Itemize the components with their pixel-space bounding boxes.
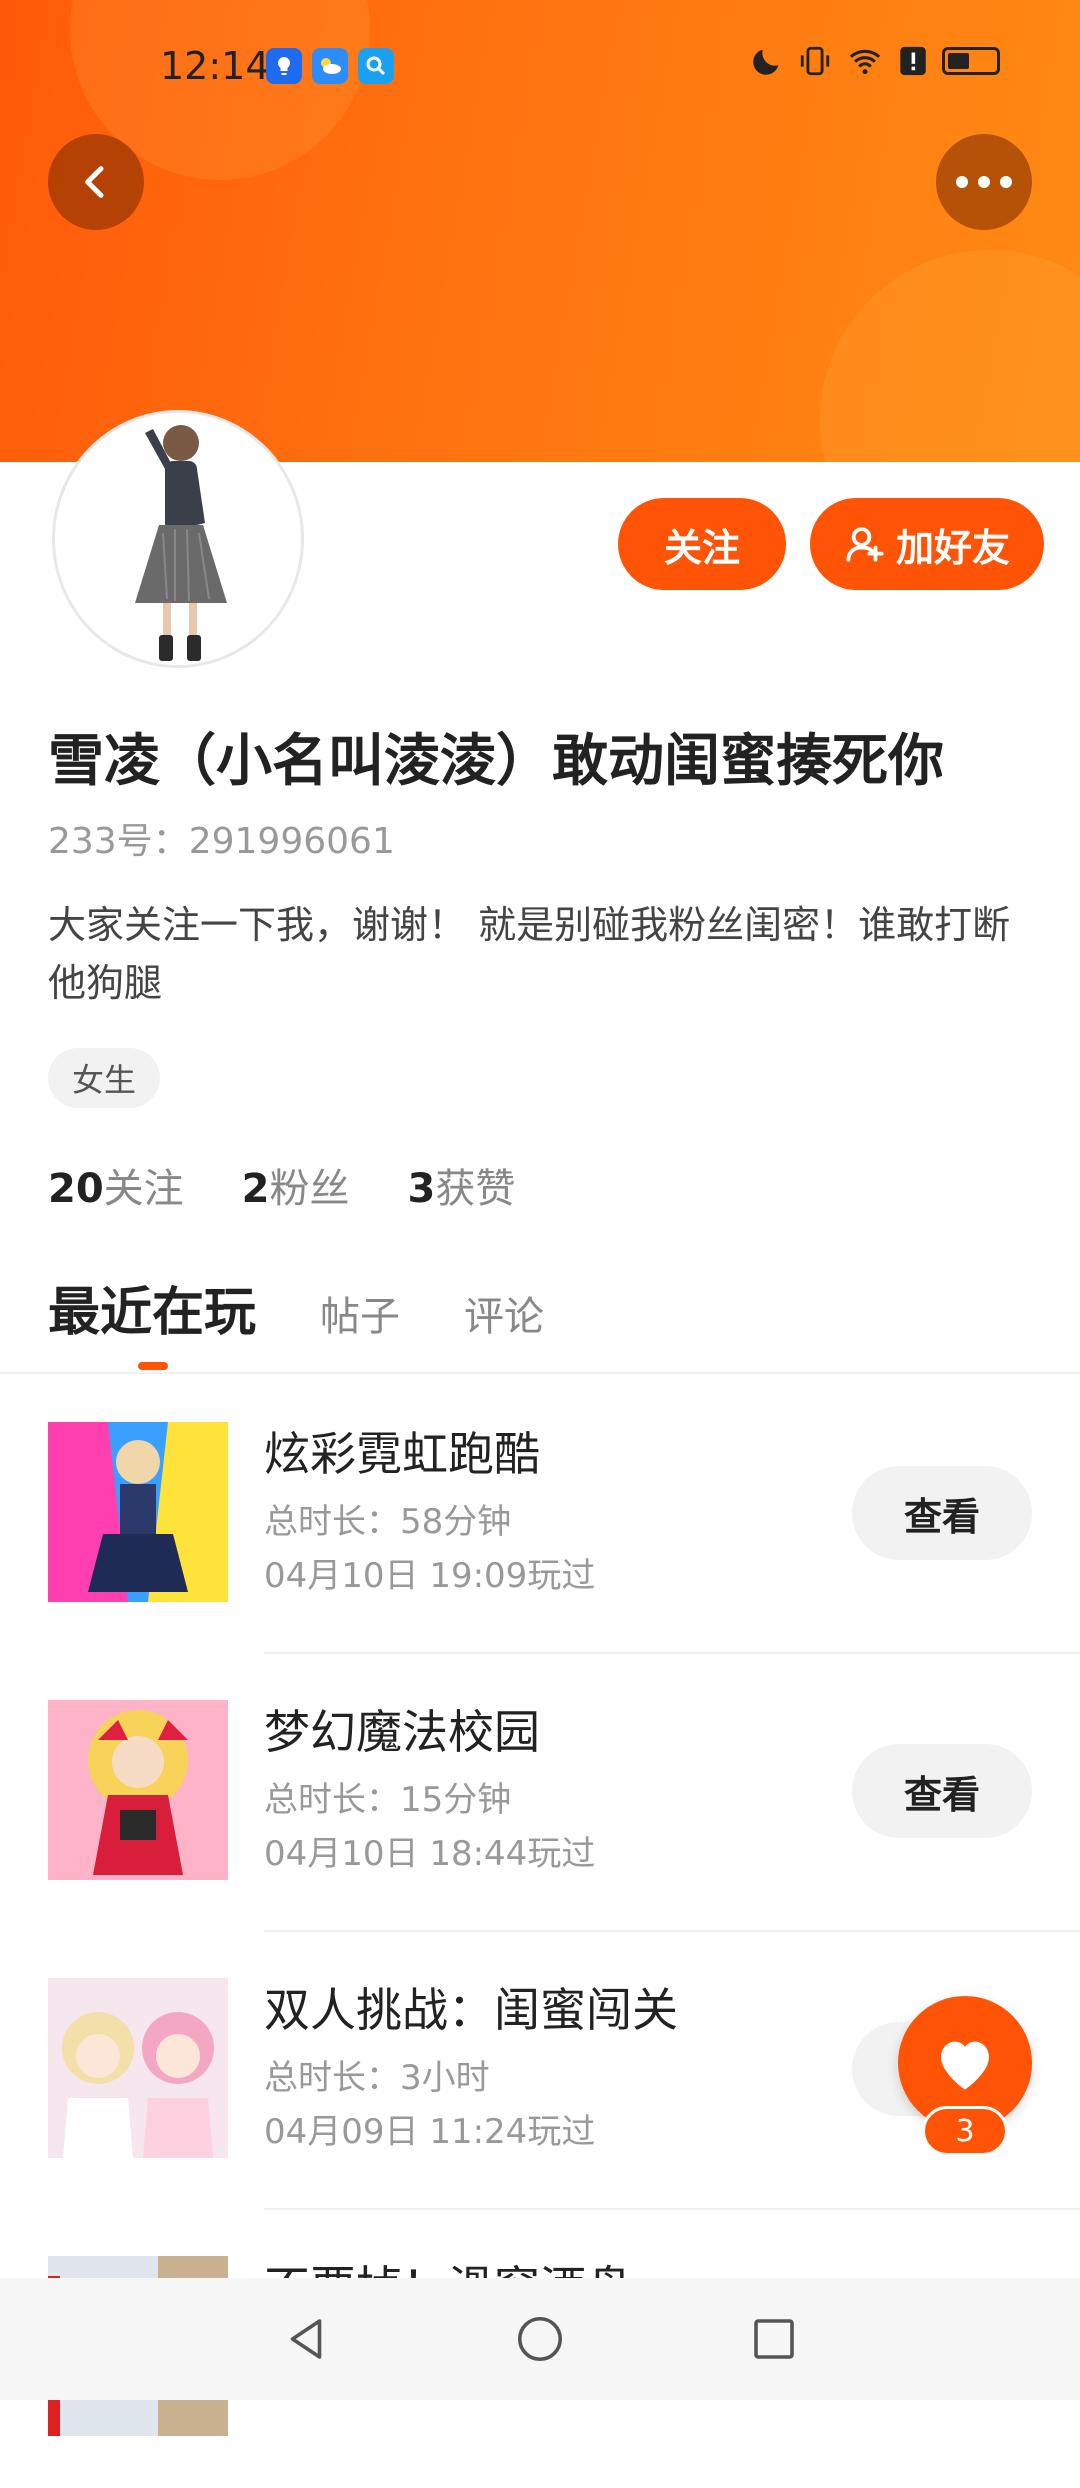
like-count-badge: 3	[922, 2106, 1008, 2156]
profile-name: 雪凌（小名叫淩淩）敢动闺蜜揍死你	[48, 729, 944, 794]
avatar[interactable]	[52, 410, 304, 668]
heart-icon	[941, 2041, 989, 2090]
user-plus-icon	[846, 527, 884, 562]
game-thumbnail	[48, 1422, 228, 1602]
game-last-played: 04月09日 11:24玩过	[264, 2112, 596, 2152]
weather-icon	[312, 48, 348, 84]
active-tab-indicator	[138, 1362, 168, 1370]
view-button[interactable]: 查看	[852, 1744, 1032, 1838]
stat-likes[interactable]: 3获赞	[408, 1156, 516, 1214]
search-icon	[358, 48, 394, 84]
nav-back-icon[interactable]	[279, 2312, 333, 2366]
view-button[interactable]: 查看	[852, 1466, 1032, 1560]
game-duration: 总时长：15分钟	[264, 1780, 512, 1820]
status-bar: 12:14	[0, 44, 1080, 92]
stat-number: 2	[241, 1166, 270, 1212]
divider	[0, 1372, 1080, 1374]
game-title: 梦幻魔法校园	[264, 1705, 540, 1759]
game-title: 炫彩霓虹跑酷	[264, 1427, 540, 1481]
game-thumbnail	[48, 1700, 228, 1880]
profile-bio: 大家关注一下我，谢谢！ 就是别碰我粉丝闺密！谁敢打断他狗腿	[48, 903, 1011, 1005]
stat-following[interactable]: 20关注	[48, 1156, 184, 1214]
bulb-icon	[266, 48, 302, 84]
game-last-played: 04月10日 18:44玩过	[264, 1834, 596, 1874]
game-duration: 总时长：58分钟	[264, 1502, 512, 1542]
status-right-icons	[750, 44, 1000, 78]
stat-label: 获赞	[435, 1166, 516, 1212]
nav-recents-icon[interactable]	[747, 2312, 801, 2366]
more-button[interactable]	[936, 134, 1032, 230]
back-button[interactable]	[48, 134, 144, 230]
stat-number: 3	[407, 1166, 436, 1212]
more-horizontal-icon	[956, 176, 1012, 188]
add-friend-label: 加好友	[895, 525, 1010, 570]
game-duration: 总时长：3小时	[264, 2058, 490, 2098]
gender-tag: 女生	[48, 1048, 161, 1108]
list-item[interactable]: 梦幻魔法校园 总时长：15分钟 04月10日 18:44玩过 查看	[0, 1654, 1080, 1932]
add-friend-button[interactable]: 加好友	[810, 498, 1044, 590]
chevron-left-icon	[85, 166, 104, 198]
vibrate-icon	[800, 46, 830, 76]
battery-icon	[942, 47, 1000, 75]
system-nav-bar	[0, 2278, 1080, 2400]
nav-home-icon[interactable]	[513, 2312, 567, 2366]
game-last-played: 04月10日 19:09玩过	[264, 1556, 596, 1596]
game-title: 双人挑战：闺蜜闯关	[264, 1983, 678, 2037]
profile-stats: 20关注 2粉丝 3获赞	[48, 1156, 515, 1214]
tab-comments[interactable]: 评论	[464, 1284, 544, 1342]
status-time: 12:14	[160, 44, 270, 88]
profile-id: 233号：291996061	[48, 821, 395, 862]
tab-recently-played[interactable]: 最近在玩	[48, 1270, 256, 1345]
game-thumbnail	[48, 1978, 228, 2158]
list-item[interactable]: 炫彩霓虹跑酷 总时长：58分钟 04月10日 19:09玩过 查看	[0, 1376, 1080, 1654]
profile-tabs: 最近在玩 帖子 评论	[48, 1270, 544, 1345]
banner-decoration	[820, 250, 1080, 462]
alert-icon	[900, 46, 926, 76]
follow-button[interactable]: 关注	[618, 498, 786, 590]
wifi-icon	[849, 49, 881, 75]
stat-label: 粉丝	[269, 1166, 350, 1212]
tab-posts[interactable]: 帖子	[320, 1284, 400, 1342]
stat-label: 关注	[103, 1166, 184, 1212]
moon-icon	[753, 49, 779, 75]
stat-fans[interactable]: 2粉丝	[242, 1156, 350, 1214]
follow-label: 关注	[663, 525, 740, 570]
stat-number: 20	[48, 1166, 104, 1212]
